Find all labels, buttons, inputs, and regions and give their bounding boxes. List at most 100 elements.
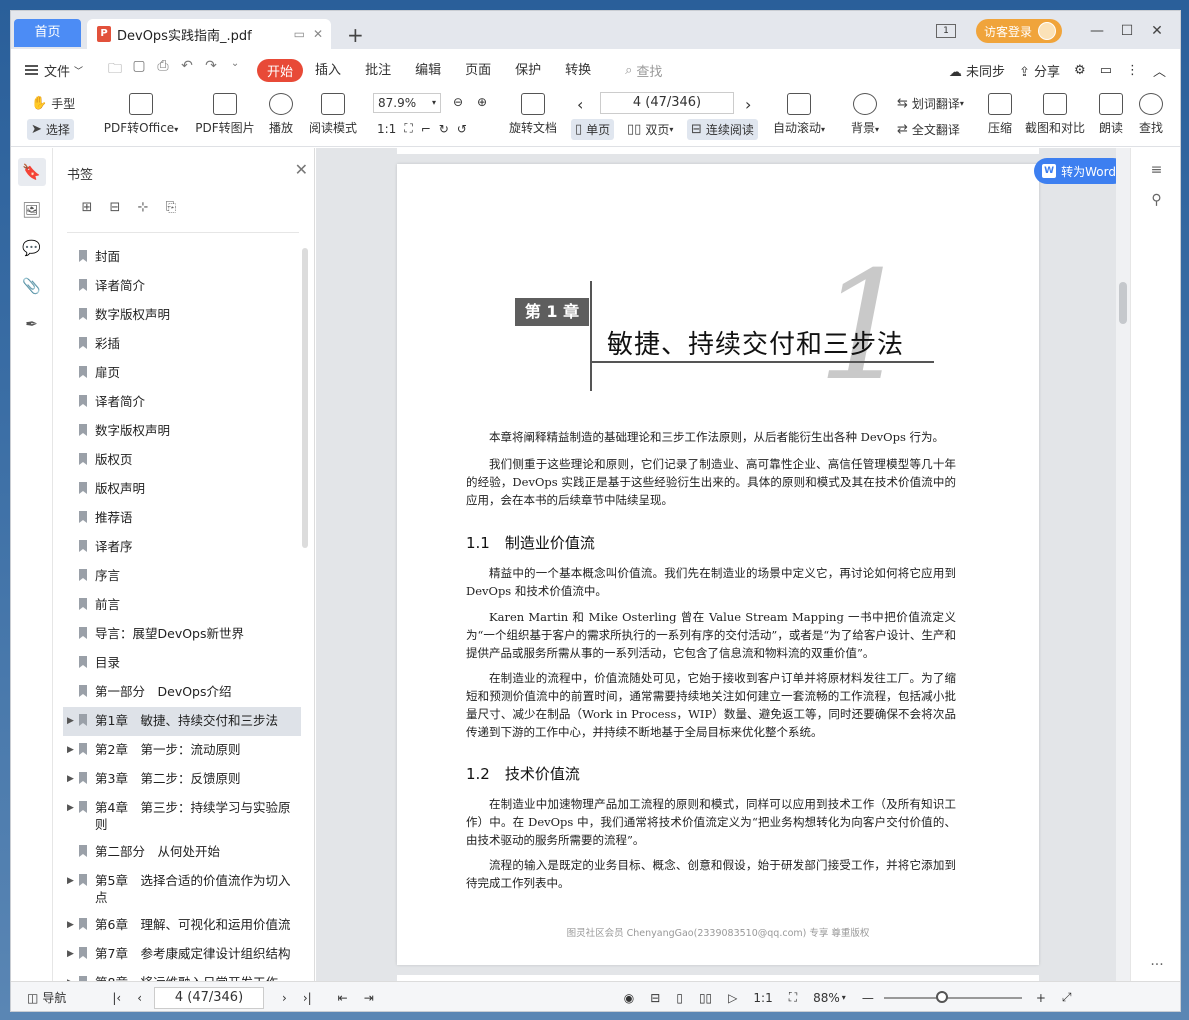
expand-arrow-icon[interactable]: ▶	[67, 742, 74, 759]
redo-icon[interactable]: ↷	[199, 58, 223, 82]
menu-annotate[interactable]: 批注	[353, 59, 403, 82]
expand-arrow-icon[interactable]: ▶	[67, 800, 74, 817]
collapse-all-icon[interactable]: ⊟	[101, 200, 129, 215]
navigation-toggle[interactable]: ◫ 导航	[27, 989, 66, 1006]
fullscreen-icon[interactable]: ⤢	[1062, 990, 1072, 1005]
pdf-to-office-button[interactable]: PDF转Office▾	[101, 91, 181, 136]
zoom-slider[interactable]	[883, 990, 1022, 1003]
expand-arrow-icon[interactable]: ▶	[67, 946, 74, 963]
bookmark-item[interactable]: 译者序	[63, 533, 301, 562]
bookmark-item[interactable]: ▶ 第6章 理解、可视化和运用价值流	[63, 911, 301, 940]
read-aloud-button[interactable]: 朗读	[1095, 91, 1127, 136]
bookmark-item[interactable]: ▶ 第5章 选择合适的价值流作为切入点	[63, 867, 301, 911]
maximize-icon[interactable]: ☐	[1112, 23, 1142, 39]
play-mode-icon[interactable]: ▷	[728, 991, 737, 1005]
single-page-button[interactable]: ▯ 单页	[571, 119, 615, 140]
forward-icon[interactable]: ⇥	[364, 991, 374, 1005]
bookmark-item[interactable]: 译者简介	[63, 272, 301, 301]
actual-size-status-icon[interactable]: 1:1	[753, 991, 772, 1005]
expand-arrow-icon[interactable]: ▶	[67, 771, 74, 788]
eye-protect-icon[interactable]: ◉	[624, 991, 634, 1005]
bookmark-scrollbar[interactable]	[302, 248, 308, 548]
zoom-in-icon[interactable]: ⊕	[477, 95, 487, 109]
close-window-icon[interactable]: ✕	[1142, 23, 1172, 39]
rotate-right-icon[interactable]: ↻	[439, 122, 449, 136]
fit-page-status-icon[interactable]: ⛶	[789, 990, 797, 1005]
continuous-read-button[interactable]: ⊟ 连续阅读	[687, 119, 758, 140]
thumbnail-icon[interactable]: 🖼	[18, 196, 46, 224]
next-page-icon[interactable]: ›	[745, 95, 751, 114]
auto-scroll-button[interactable]: 自动滚动▾	[769, 91, 829, 136]
first-page-icon[interactable]: |‹	[112, 991, 121, 1005]
bookmark-item[interactable]: 扉页	[63, 359, 301, 388]
undo-icon[interactable]: ↶	[175, 58, 199, 82]
more-vertical-icon[interactable]: ⋮	[1126, 63, 1139, 78]
zoom-out-icon[interactable]: ⊖	[453, 95, 463, 109]
properties-icon[interactable]: ≡	[1147, 162, 1167, 178]
double-page-button[interactable]: ▯▯ 双页 ▾	[627, 121, 673, 138]
settings-gear-icon[interactable]: ⚙	[1074, 63, 1086, 78]
menu-protect[interactable]: 保护	[503, 59, 553, 82]
bookmark-item[interactable]: 译者简介	[63, 388, 301, 417]
menu-search[interactable]: ⌕ 查找	[625, 61, 662, 80]
pin-icon[interactable]: ▭	[294, 27, 305, 41]
new-tab-button[interactable]: +	[347, 23, 364, 47]
bookmark-item[interactable]: 导言：展望DevOps新世界	[63, 620, 301, 649]
tab-document[interactable]: P DevOps实践指南_.pdf ▭ ✕	[87, 19, 331, 49]
pdf-to-image-button[interactable]: PDF转图片	[193, 91, 257, 136]
expand-arrow-icon[interactable]: ▶	[67, 917, 74, 934]
single-page-mode-icon[interactable]: ▯	[676, 991, 683, 1005]
hand-tool-button[interactable]: ✋ 手型	[31, 95, 75, 112]
sync-button[interactable]: ☁ 未同步	[949, 61, 1005, 80]
zoom-dropdown[interactable]: 88% ▾	[813, 991, 846, 1005]
zoom-select[interactable]: 87.9% ▾	[373, 93, 441, 113]
zoom-slider-knob[interactable]	[935, 990, 948, 1003]
zoom-out-status-icon[interactable]: —	[862, 991, 874, 1005]
expand-arrow-icon[interactable]: ▶	[67, 873, 74, 890]
select-tool-button[interactable]: ➤ 选择	[27, 119, 74, 140]
scrollbar-thumb[interactable]	[1119, 282, 1127, 324]
guest-login-button[interactable]: 访客登录	[975, 19, 1062, 43]
file-menu[interactable]: 文件 ﹀	[25, 61, 83, 80]
menu-convert[interactable]: 转换	[553, 59, 603, 82]
bookmark-item[interactable]: 版权声明	[63, 475, 301, 504]
bookmark-item[interactable]: 推荐语	[63, 504, 301, 533]
tab-home[interactable]: 首页	[14, 19, 81, 47]
zoom-in-status-icon[interactable]: +	[1036, 991, 1046, 1005]
page-number-input[interactable]: 4 (47/346)	[600, 92, 734, 114]
full-translate-button[interactable]: ⇄ 全文翻译	[897, 121, 960, 138]
expand-all-icon[interactable]: ⊞	[73, 200, 101, 215]
collapse-ribbon-icon[interactable]: ︿	[1153, 61, 1166, 80]
fit-width-icon[interactable]: ⌐	[421, 122, 431, 136]
document-scrollbar[interactable]	[1116, 148, 1130, 981]
word-translate-button[interactable]: ⇆ 划词翻译 ▾	[897, 95, 964, 112]
menu-start[interactable]: 开始	[257, 58, 304, 82]
convert-to-word-button[interactable]: W 转为Word	[1034, 158, 1126, 184]
bookmark-item[interactable]: ▶ 第1章 敏捷、持续交付和三步法	[63, 707, 301, 736]
bookmark-item[interactable]: ▶ 第4章 第三步：持续学习与实验原则	[63, 794, 301, 838]
save-icon[interactable]: ▢	[127, 58, 151, 82]
play-button[interactable]: 播放	[265, 91, 297, 136]
actual-size-icon[interactable]: 1:1	[377, 122, 396, 136]
rotate-doc-button[interactable]: 旋转文档	[505, 91, 561, 136]
status-page-input[interactable]: 4 (47/346)	[154, 986, 265, 1009]
signature-icon[interactable]: ✒	[18, 310, 46, 338]
more-chevron-icon[interactable]: ⌄	[223, 58, 247, 82]
previous-page-icon[interactable]: ‹	[137, 991, 142, 1005]
back-icon[interactable]: ⇤	[338, 991, 348, 1005]
menu-insert[interactable]: 插入	[303, 59, 353, 82]
share-button[interactable]: ⇪ 分享	[1019, 61, 1060, 80]
bookmark-panel-icon[interactable]: 🔖	[17, 158, 46, 186]
minimize-icon[interactable]: —	[1082, 23, 1112, 39]
annotation-list-icon[interactable]: 💬	[18, 234, 46, 262]
close-tab-icon[interactable]: ✕	[313, 27, 323, 41]
double-page-mode-icon[interactable]: ▯▯	[699, 991, 712, 1005]
bookmark-item[interactable]: 第一部分 DevOps介绍	[63, 678, 301, 707]
background-button[interactable]: 背景▾	[847, 91, 883, 136]
add-bookmark-icon[interactable]: ⊹	[129, 200, 157, 215]
open-folder-icon[interactable]: 🗀	[103, 58, 127, 82]
close-panel-icon[interactable]: ✕	[295, 160, 308, 179]
bookmark-item[interactable]: 第二部分 从何处开始	[63, 838, 301, 867]
last-page-icon[interactable]: ›|	[303, 991, 312, 1005]
comment-icon[interactable]: ▭	[1100, 63, 1112, 78]
